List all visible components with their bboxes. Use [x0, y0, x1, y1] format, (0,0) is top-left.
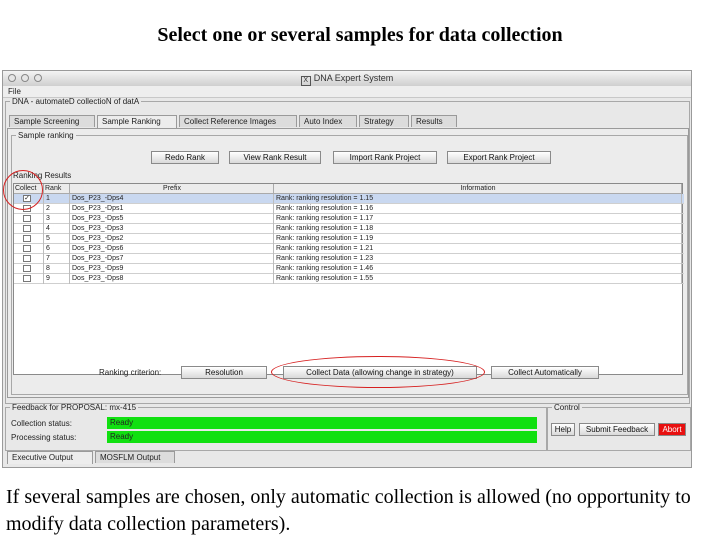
rank-cell: 1 [44, 194, 70, 204]
submit-feedback-button[interactable]: Submit Feedback [579, 423, 655, 436]
ranking-criterion-select[interactable]: Resolution [181, 366, 267, 379]
rank-cell: 8 [44, 264, 70, 274]
information-cell: Rank: ranking resolution = 1.17 [274, 214, 682, 224]
app-window: X DNA Expert System File DNA - automateD … [2, 70, 692, 468]
collect-cell [14, 214, 44, 224]
table-row[interactable]: 3 Dos_P23_-Dps5 Rank: ranking resolution =… [14, 214, 684, 224]
column-prefix[interactable]: Prefix [70, 184, 274, 193]
window-titlebar: X DNA Expert System [3, 71, 691, 87]
collect-automatically-button[interactable]: Collect Automatically [491, 366, 599, 379]
rank-cell: 4 [44, 224, 70, 234]
tab-executive-output[interactable]: Executive Output [7, 451, 93, 464]
abort-button[interactable]: Abort [658, 423, 686, 436]
help-button[interactable]: Help [551, 423, 575, 436]
prefix-cell: Dos_P23_-Dps6 [70, 244, 274, 254]
slide-caption: If several samples are chosen, only auto… [6, 486, 691, 535]
tab-strategy[interactable]: Strategy [359, 115, 409, 127]
ranking-results-label: Ranking Results [13, 171, 72, 180]
collect-cell [14, 224, 44, 234]
table-row[interactable]: 2 Dos_P23_-Dps1 Rank: ranking resolution =… [14, 204, 684, 214]
ranking-table: Collect Rank Prefix Information ✓ 1 Dos_P2… [13, 183, 684, 375]
information-cell: Rank: ranking resolution = 1.23 [274, 254, 682, 264]
collect-cell [14, 234, 44, 244]
information-cell: Rank: ranking resolution = 1.19 [274, 234, 682, 244]
information-cell: Rank: ranking resolution = 1.55 [274, 274, 682, 284]
processing-status-label: Processing status: [11, 433, 77, 442]
table-row[interactable]: ✓ 1 Dos_P23_-Dps4 Rank: ranking resolution … [14, 194, 684, 204]
collection-status-value: Ready [107, 417, 537, 429]
ranking-table-header: Collect Rank Prefix Information [14, 184, 682, 194]
table-row[interactable]: 4 Dos_P23_-Dps3 Rank: ranking resolution =… [14, 224, 684, 234]
prefix-cell: Dos_P23_-Dps2 [70, 234, 274, 244]
rank-cell: 9 [44, 274, 70, 284]
table-row[interactable]: 6 Dos_P23_-Dps6 Rank: ranking resolution =… [14, 244, 684, 254]
feedback-legend: Feedback for PROPOSAL: mx-415 [12, 403, 137, 412]
tab-sample-ranking[interactable]: Sample Ranking [97, 115, 177, 128]
collection-status-label: Collection status: [11, 419, 72, 428]
collect-checkbox[interactable] [23, 215, 31, 222]
table-row[interactable]: 5 Dos_P23_-Dps2 Rank: ranking resolution =… [14, 234, 684, 244]
column-rank[interactable]: Rank [44, 184, 70, 193]
information-cell: Rank: ranking resolution = 1.21 [274, 244, 682, 254]
menu-file[interactable]: File [8, 87, 21, 96]
collect-checkbox[interactable] [23, 275, 31, 282]
prefix-cell: Dos_P23_-Dps4 [70, 194, 274, 204]
collect-cell [14, 254, 44, 264]
prefix-cell: Dos_P23_-Dps5 [70, 214, 274, 224]
tab-results[interactable]: Results [411, 115, 457, 127]
table-row[interactable]: 8 Dos_P23_-Dps9 Rank: ranking resolution =… [14, 264, 684, 274]
prefix-cell: Dos_P23_-Dps8 [70, 274, 274, 284]
collect-checkbox[interactable] [23, 245, 31, 252]
import-rank-project-button[interactable]: Import Rank Project [333, 151, 437, 164]
information-cell: Rank: ranking resolution = 1.15 [274, 194, 682, 204]
x11-icon: X [300, 76, 311, 86]
collect-checkbox[interactable] [23, 265, 31, 272]
control-legend: Control [554, 403, 580, 412]
collect-data-button[interactable]: Collect Data (allowing change in strateg… [283, 366, 477, 379]
prefix-cell: Dos_P23_-Dps1 [70, 204, 274, 214]
processing-status-value: Ready [107, 431, 537, 443]
collect-cell [14, 274, 44, 284]
column-information[interactable]: Information [274, 184, 682, 193]
tab-auto-index[interactable]: Auto Index [299, 115, 357, 127]
prefix-cell: Dos_P23_-Dps3 [70, 224, 274, 234]
collect-cell [14, 204, 44, 214]
collect-checkbox[interactable] [23, 225, 31, 232]
redo-rank-button[interactable]: Redo Rank [151, 151, 219, 164]
tab-sample-screening[interactable]: Sample Screening [9, 115, 95, 127]
table-row[interactable]: 7 Dos_P23_-Dps7 Rank: ranking resolution =… [14, 254, 684, 264]
collect-checkbox[interactable]: ✓ [23, 195, 31, 202]
information-cell: Rank: ranking resolution = 1.16 [274, 204, 682, 214]
rank-cell: 7 [44, 254, 70, 264]
rank-cell: 2 [44, 204, 70, 214]
collect-checkbox[interactable] [23, 255, 31, 262]
ranking-criterion-label: Ranking criterion: [99, 368, 162, 377]
prefix-cell: Dos_P23_-Dps9 [70, 264, 274, 274]
slide-title: Select one or several samples for data c… [157, 24, 563, 46]
rank-cell: 3 [44, 214, 70, 224]
information-cell: Rank: ranking resolution = 1.46 [274, 264, 682, 274]
table-row[interactable]: 9 Dos_P23_-Dps8 Rank: ranking resolution =… [14, 274, 684, 284]
main-group-legend: DNA - automateD collectioN of datA [12, 97, 140, 106]
information-cell: Rank: ranking resolution = 1.18 [274, 224, 682, 234]
collect-cell: ✓ [14, 194, 44, 204]
window-title: DNA Expert System [313, 73, 394, 83]
column-collect[interactable]: Collect [14, 184, 44, 193]
prefix-cell: Dos_P23_-Dps7 [70, 254, 274, 264]
sample-ranking-legend: Sample ranking [18, 131, 74, 140]
tab-mosflm-output[interactable]: MOSFLM Output [95, 451, 175, 463]
collect-cell [14, 264, 44, 274]
tab-collect-reference-images[interactable]: Collect Reference Images [179, 115, 297, 127]
collect-cell [14, 244, 44, 254]
export-rank-project-button[interactable]: Export Rank Project [447, 151, 551, 164]
collect-checkbox[interactable] [23, 205, 31, 212]
rank-cell: 6 [44, 244, 70, 254]
rank-cell: 5 [44, 234, 70, 244]
collect-checkbox[interactable] [23, 235, 31, 242]
view-rank-result-button[interactable]: View Rank Result [229, 151, 321, 164]
